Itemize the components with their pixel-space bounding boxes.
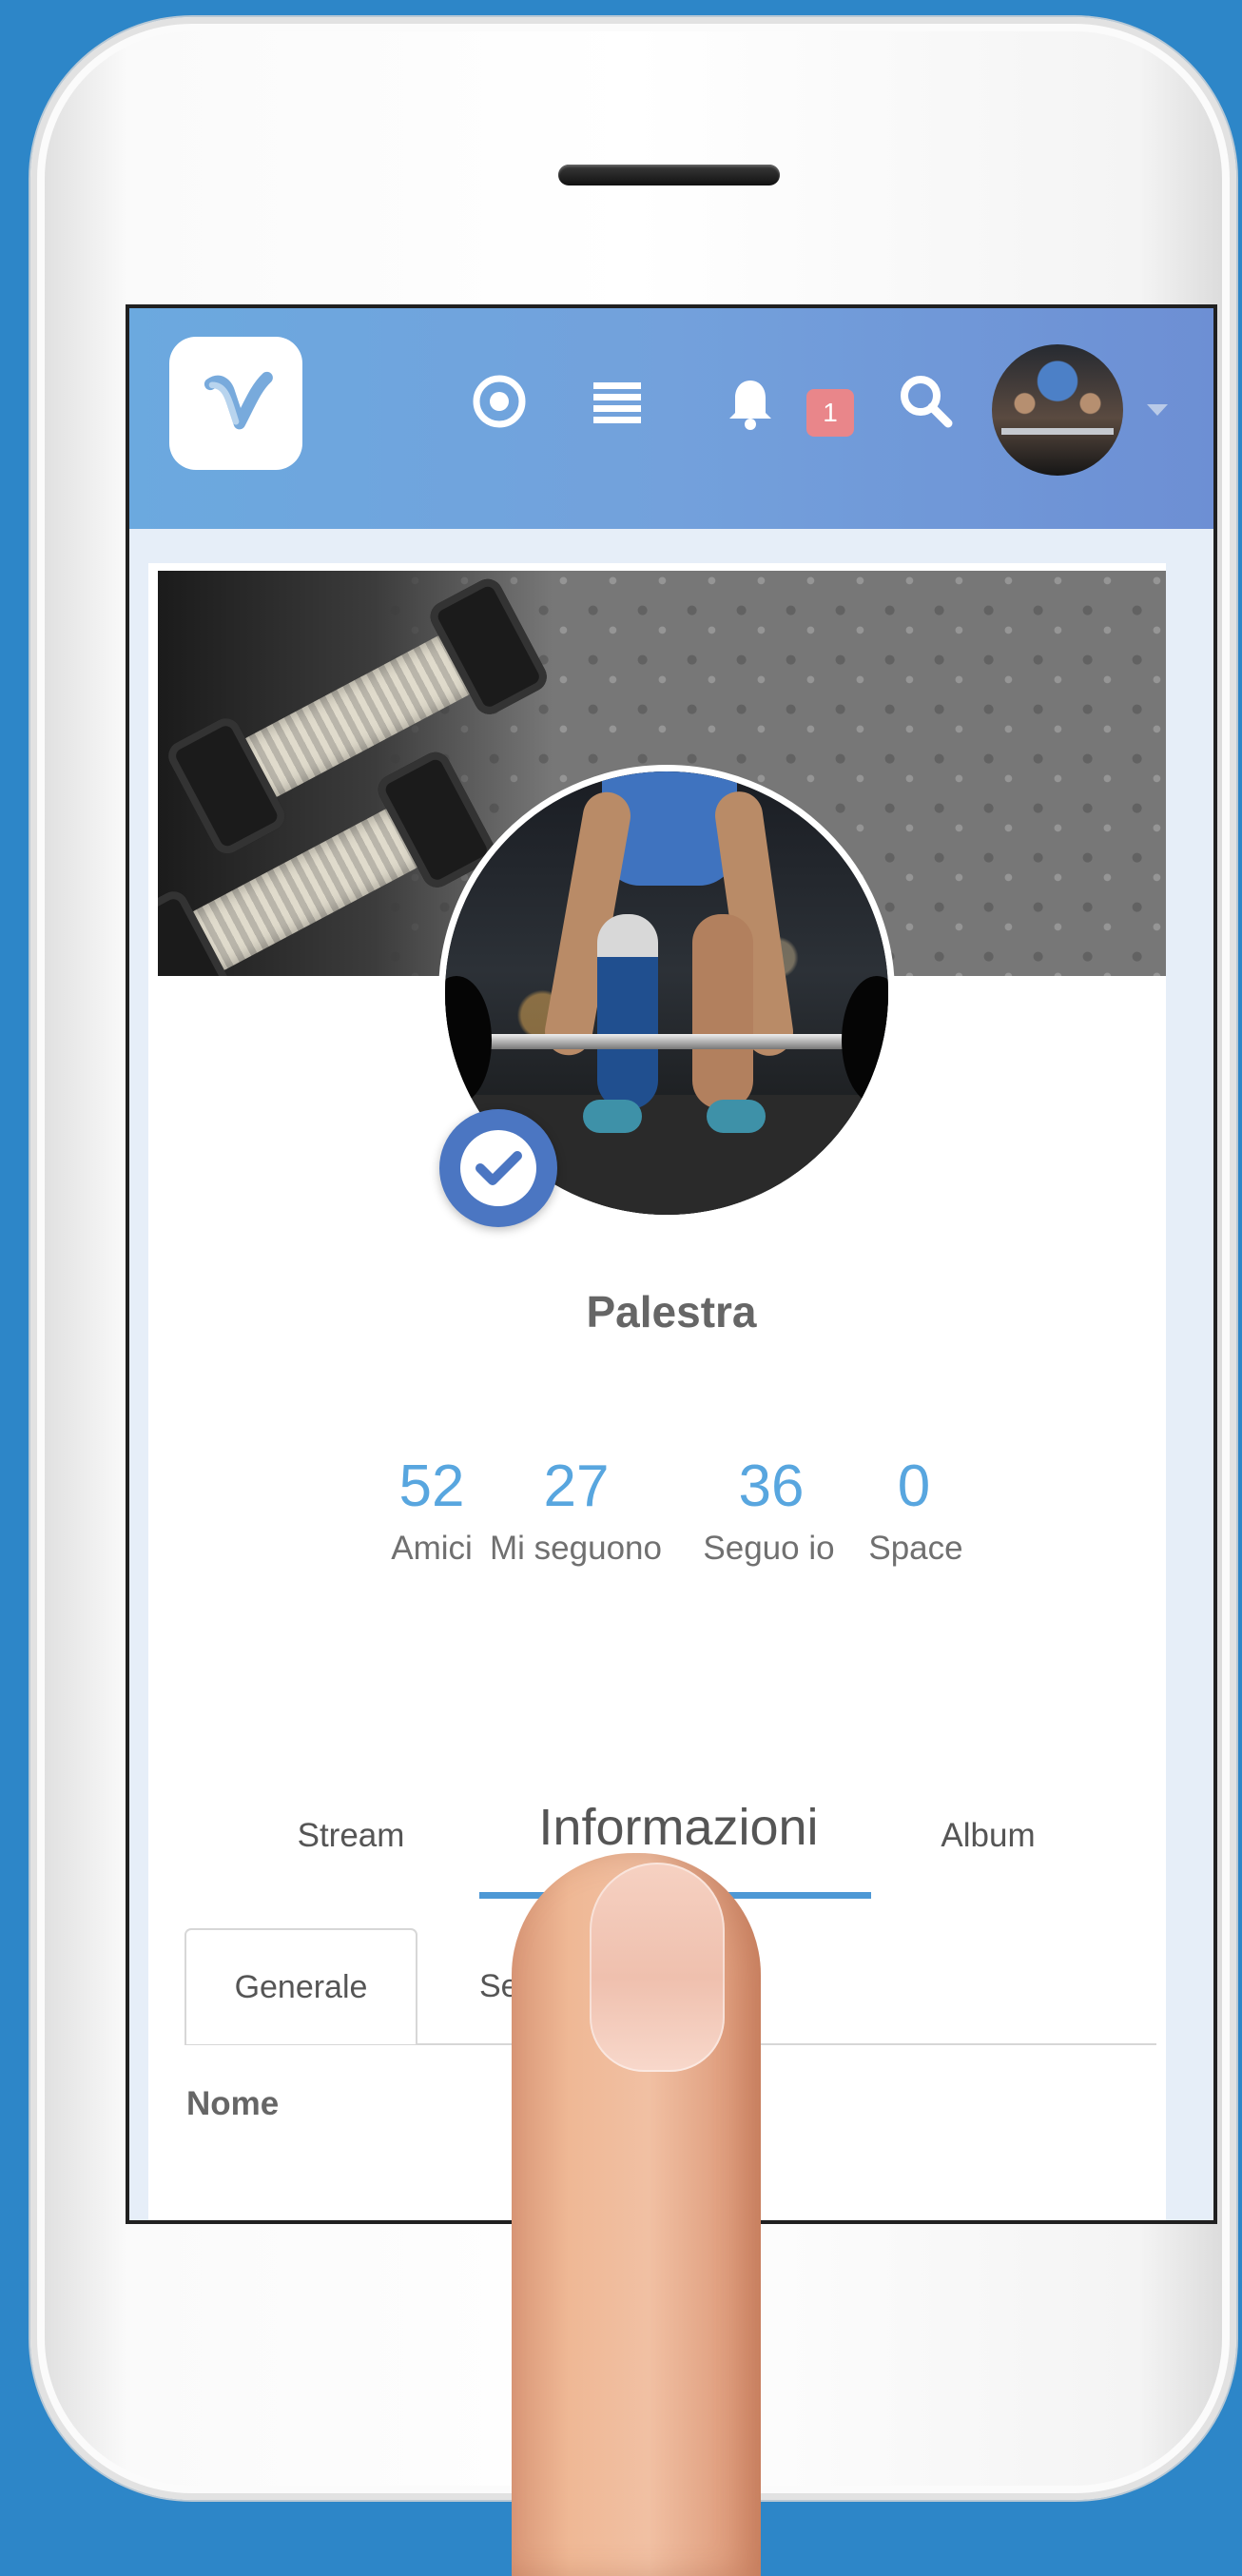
- user-avatar[interactable]: [992, 344, 1123, 476]
- logo-icon: [204, 371, 273, 430]
- space-count[interactable]: 0: [843, 1457, 985, 1516]
- athlete-leg: [692, 914, 753, 1109]
- app-logo[interactable]: [169, 337, 302, 470]
- check-circle-icon: [460, 1130, 536, 1206]
- speaker: [558, 165, 780, 185]
- tab-stream[interactable]: Stream: [280, 1819, 422, 1852]
- menu-icon[interactable]: [586, 370, 649, 433]
- fingernail: [590, 1863, 725, 2072]
- phone-frame: 1 Palestra 52 Amici 27 Mi seguono 36 Seg…: [30, 17, 1236, 2576]
- athlete-leg: [597, 914, 658, 1109]
- shoe: [707, 1100, 766, 1133]
- space-label[interactable]: Space: [844, 1532, 987, 1565]
- followers-count[interactable]: 27: [505, 1457, 648, 1516]
- search-icon[interactable]: [895, 370, 958, 433]
- subtab-generale[interactable]: Generale: [184, 1928, 417, 2044]
- barbell: [464, 1034, 883, 1049]
- friends-count[interactable]: 52: [360, 1457, 503, 1516]
- following-label[interactable]: Seguo io: [676, 1532, 862, 1565]
- top-navigation-bar: 1: [129, 308, 1213, 529]
- verified-badge: [439, 1109, 557, 1227]
- target-icon[interactable]: [468, 370, 531, 433]
- notification-badge: 1: [806, 389, 854, 437]
- friends-label[interactable]: Amici: [360, 1532, 503, 1565]
- shoe: [583, 1100, 642, 1133]
- following-count[interactable]: 36: [700, 1457, 843, 1516]
- tab-informazioni[interactable]: Informazioni: [491, 1802, 866, 1853]
- tab-album[interactable]: Album: [917, 1819, 1059, 1852]
- nome-label: Nome: [186, 2085, 280, 2122]
- bell-icon[interactable]: [719, 370, 782, 433]
- followers-label[interactable]: Mi seguono: [483, 1532, 669, 1565]
- chevron-down-icon[interactable]: [1147, 404, 1168, 416]
- profile-name: Palestra: [586, 1287, 757, 1337]
